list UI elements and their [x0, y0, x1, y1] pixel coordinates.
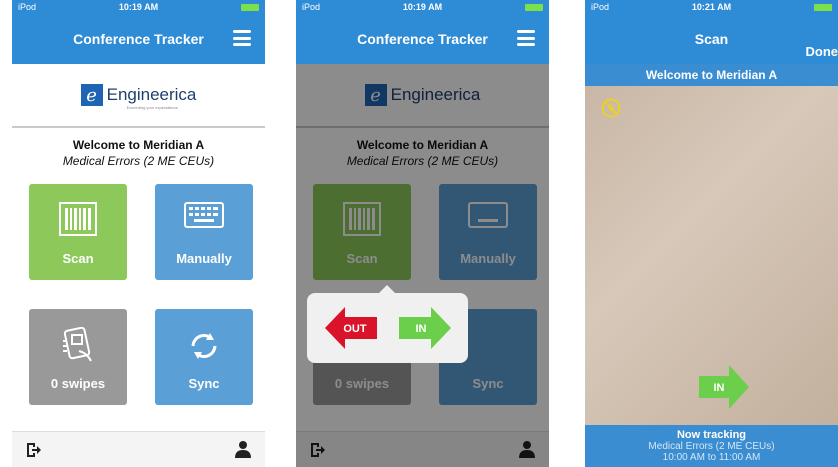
page-title: Scan — [694, 31, 729, 47]
page-title: Conference Tracker — [73, 31, 204, 47]
screen-direction-popup: iPod 10:19 AM Conference Tracker e Engin… — [296, 0, 549, 467]
sync-button[interactable]: Sync — [155, 309, 253, 405]
tracking-title: Now tracking — [676, 429, 747, 441]
clock: 10:19 AM — [402, 2, 443, 12]
manually-label: Manually — [176, 251, 232, 266]
tracking-time: 10:00 AM to 11:00 AM — [662, 452, 761, 463]
logo-tagline: Exceeding your expectations — [126, 105, 178, 110]
out-label: OUT — [343, 323, 367, 335]
tracking-panel: Now tracking Medical Errors (2 ME CEUs) … — [585, 425, 838, 467]
welcome-banner: Welcome to Meridian A — [585, 64, 838, 86]
carrier-label: iPod — [18, 2, 37, 12]
swipes-button[interactable]: 0 swipes — [29, 309, 127, 405]
session-text: Medical Errors (2 ME CEUs) — [62, 154, 215, 168]
logo-mark: e — [80, 84, 103, 106]
carrier-label: iPod — [302, 2, 321, 12]
in-label: IN — [714, 382, 725, 394]
menu-icon[interactable] — [517, 30, 535, 46]
keyboard-icon — [184, 202, 224, 228]
barcode-icon — [59, 202, 97, 236]
direction-popup: OUT IN — [307, 285, 468, 363]
sync-icon — [191, 333, 217, 359]
in-arrow-button[interactable]: IN — [399, 307, 451, 349]
status-bar: iPod 10:19 AM — [296, 0, 549, 14]
scan-button[interactable]: Scan — [29, 184, 127, 280]
status-bar: iPod 10:21 AM — [585, 0, 838, 14]
logout-icon[interactable] — [25, 442, 41, 458]
done-button[interactable]: Done — [806, 44, 838, 59]
swipes-label: 0 swipes — [50, 376, 106, 391]
screen-scan-camera: iPod 10:21 AM Scan Done Welcome to Merid… — [585, 0, 838, 467]
in-arrow-indicator: IN — [699, 365, 749, 409]
tracking-session: Medical Errors (2 ME CEUs) — [648, 441, 775, 452]
in-label: IN — [416, 323, 427, 335]
scan-label: Scan — [62, 251, 94, 266]
user-icon[interactable] — [234, 440, 252, 458]
status-bar: iPod 10:19 AM — [12, 0, 265, 14]
overlay-dim — [296, 64, 549, 467]
clock: 10:21 AM — [691, 2, 732, 12]
page-title: Conference Tracker — [357, 31, 488, 47]
flash-icon[interactable] — [601, 98, 621, 118]
carrier-label: iPod — [591, 2, 610, 12]
logo: e Engineerica Exceeding your expectation… — [12, 64, 265, 128]
battery-icon — [813, 3, 832, 11]
out-arrow-button[interactable]: OUT — [325, 307, 377, 349]
card-swipe-icon — [63, 327, 92, 362]
nav-bar: Scan Done — [585, 14, 838, 64]
menu-icon[interactable] — [233, 30, 251, 46]
welcome-text: Welcome to Meridian A — [72, 138, 205, 152]
screen-home: iPod 10:19 AM Conference Tracker e Engin… — [12, 0, 265, 467]
nav-bar: Conference Tracker — [12, 14, 265, 64]
manually-button[interactable]: Manually — [155, 184, 253, 280]
tab-bar — [12, 431, 265, 467]
logo-text: Engineerica — [106, 85, 197, 104]
clock: 10:19 AM — [118, 2, 159, 12]
camera-viewfinder[interactable]: IN — [585, 86, 838, 425]
battery-icon — [524, 3, 543, 11]
sync-label: Sync — [188, 376, 220, 391]
nav-bar: Conference Tracker — [296, 14, 549, 64]
battery-icon — [240, 3, 259, 11]
